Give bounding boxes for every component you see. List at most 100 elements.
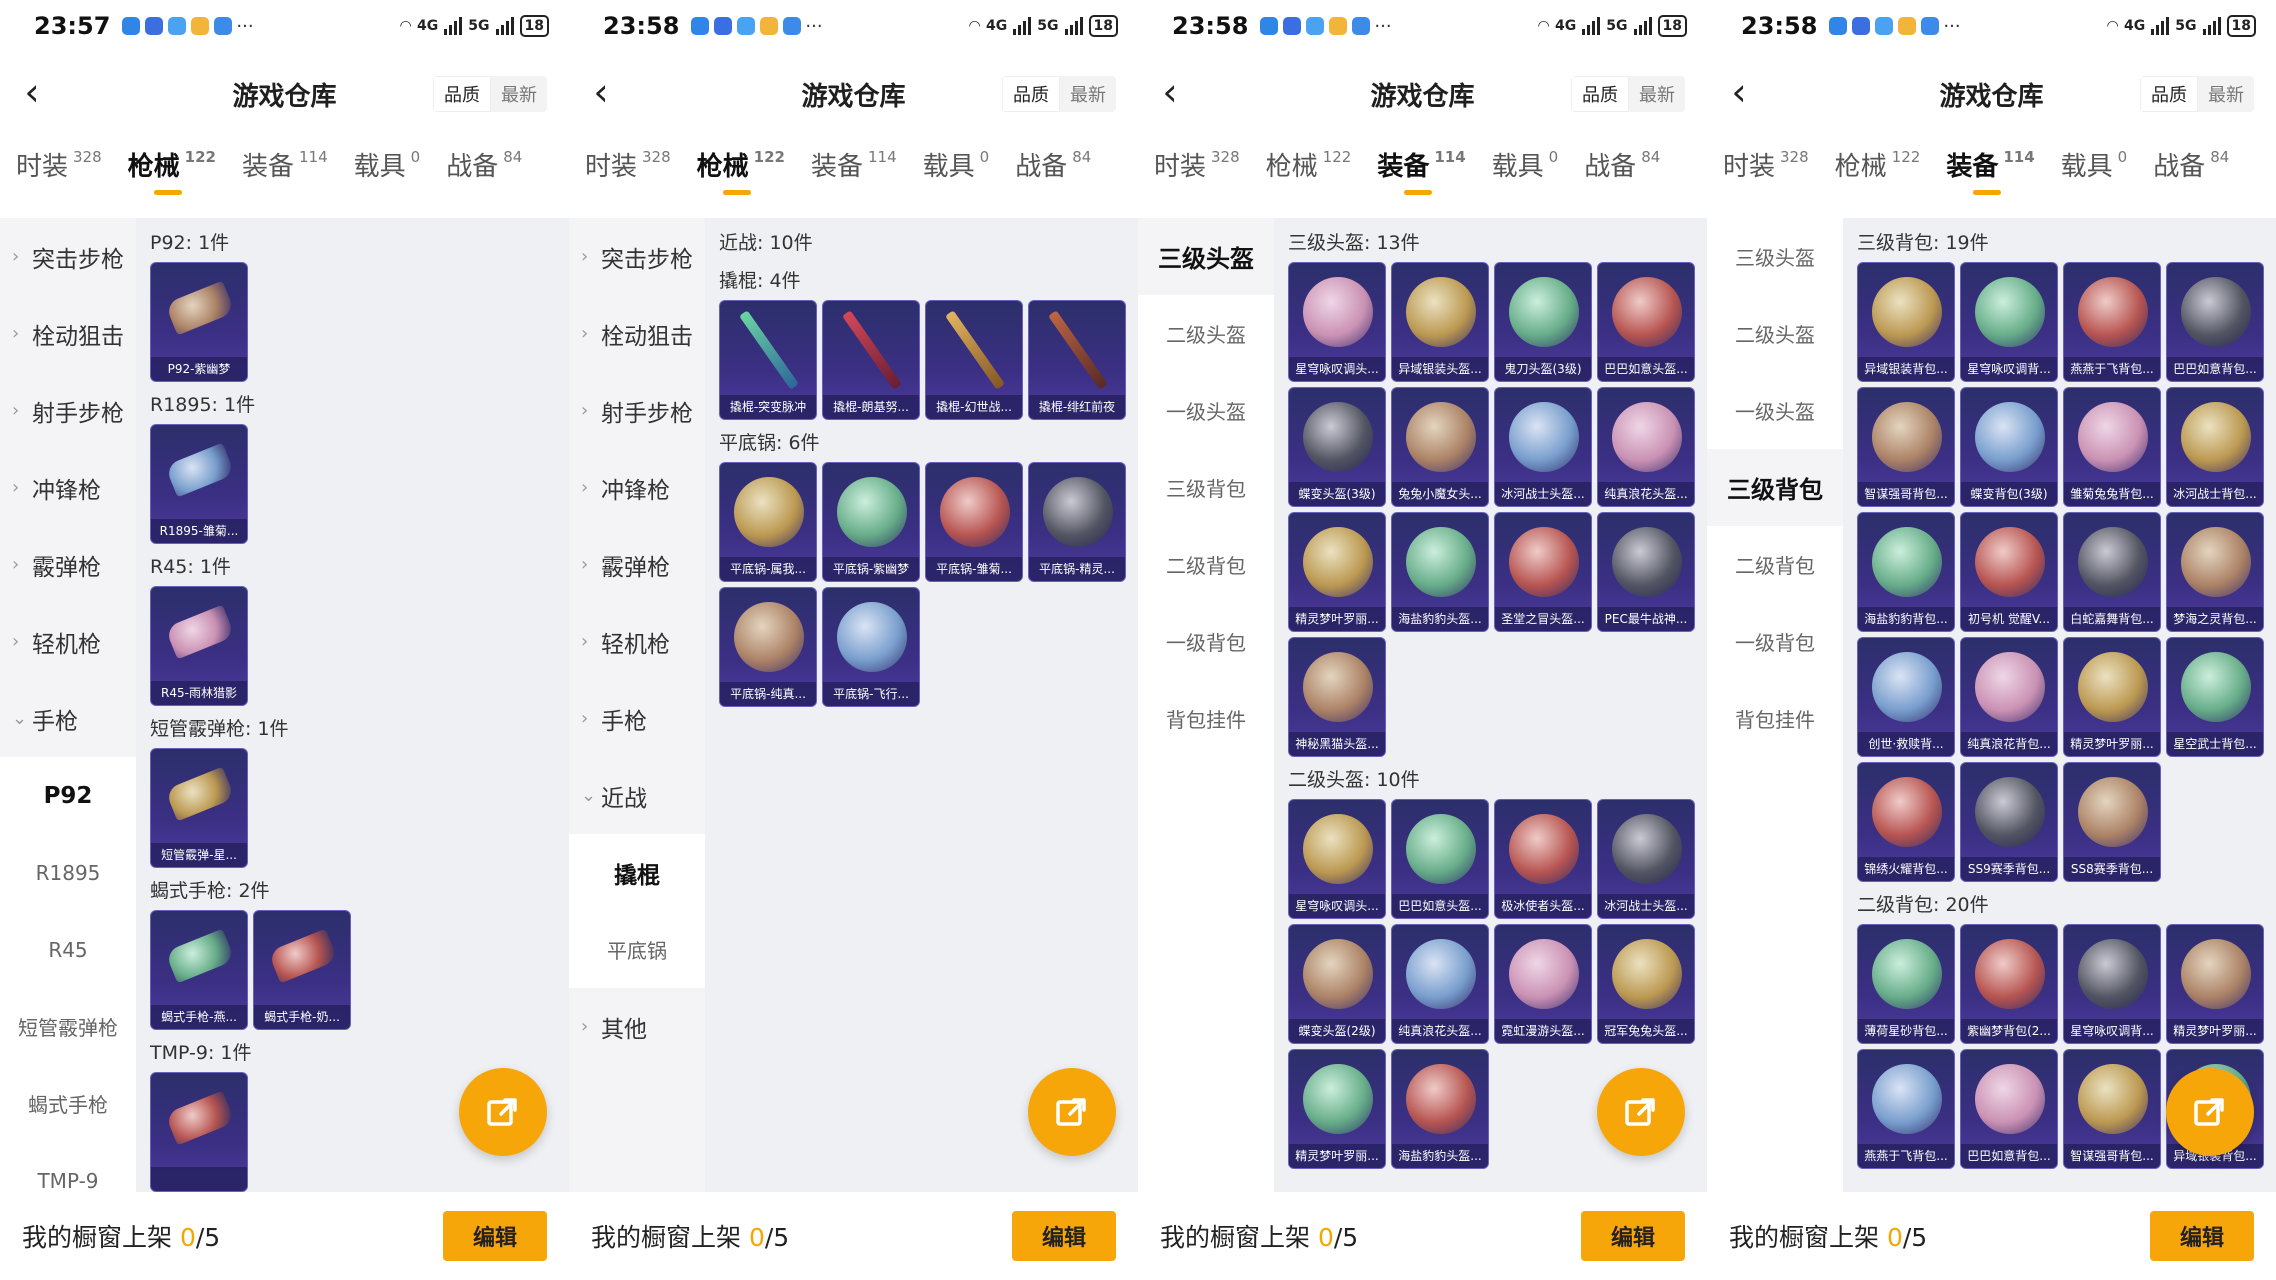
sidebar-item[interactable]: 三级头盔 — [1138, 218, 1274, 295]
item-card[interactable]: 冠军兔兔头盔... — [1597, 924, 1695, 1044]
item-card[interactable]: 创世·救赎背... — [1857, 637, 1955, 757]
item-card[interactable]: 撬棍-突变脉冲 — [719, 300, 817, 420]
item-card[interactable]: 纯真浪花背包... — [1960, 637, 2058, 757]
item-card[interactable]: 冰河战士头盔... — [1597, 799, 1695, 919]
item-card[interactable]: 燕燕于飞背包... — [2063, 262, 2161, 382]
item-card[interactable]: 巴巴如意头盔... — [1391, 799, 1489, 919]
sidebar-item[interactable]: › 冲锋枪 — [0, 449, 136, 526]
item-card[interactable]: 异域银装头盔... — [1391, 262, 1489, 382]
sort-toggle[interactable]: 品质 最新 — [433, 76, 547, 112]
sidebar-item[interactable]: › 霰弹枪 — [569, 526, 705, 603]
sidebar-item[interactable]: › 栓动狙击 — [0, 295, 136, 372]
sidebar-item[interactable]: › 射手步枪 — [0, 372, 136, 449]
item-card[interactable]: 纯真浪花头盔... — [1597, 387, 1695, 507]
item-card[interactable]: 平底锅-纯真... — [719, 587, 817, 707]
sidebar-item[interactable]: 撬棍 — [569, 834, 705, 911]
item-card[interactable]: 海盐豹豹背包... — [1857, 512, 1955, 632]
item-card[interactable]: 纯真浪花头盔... — [1391, 924, 1489, 1044]
item-card[interactable]: 星穹咏叹调头... — [1288, 799, 1386, 919]
item-card[interactable]: 星空武士背包... — [2166, 637, 2264, 757]
item-card[interactable]: 异域银装背包... — [1857, 262, 1955, 382]
sidebar-item[interactable]: R45 — [0, 911, 136, 988]
item-card[interactable]: 蝶变背包(3级) — [1960, 387, 2058, 507]
sidebar-item[interactable]: P92 — [0, 757, 136, 834]
item-card[interactable]: PEC最牛战神... — [1597, 512, 1695, 632]
sidebar-item[interactable]: 二级背包 — [1707, 526, 1843, 603]
item-card[interactable]: 蝎式手枪-奶... — [253, 910, 351, 1030]
item-card[interactable]: 蝎式手枪-燕... — [150, 910, 248, 1030]
sidebar-item[interactable]: 二级头盔 — [1707, 295, 1843, 372]
sort-toggle[interactable]: 品质 最新 — [1571, 76, 1685, 112]
item-card[interactable]: 精灵梦叶罗丽... — [1288, 1049, 1386, 1169]
tab-3[interactable]: 载具 0 — [2061, 146, 2128, 183]
sort-latest-button[interactable]: 最新 — [2198, 76, 2254, 112]
item-card[interactable]: 智谋强哥背包... — [2063, 1049, 2161, 1169]
sidebar-item[interactable]: 平底锅 — [569, 911, 705, 988]
item-card[interactable]: P92-紫幽梦 — [150, 262, 248, 382]
share-button[interactable] — [2166, 1068, 2254, 1156]
tab-0[interactable]: 时装 328 — [585, 146, 671, 183]
sidebar-item[interactable]: ⌄ 近战 — [569, 757, 705, 834]
sidebar-item[interactable]: › 突击步枪 — [0, 218, 136, 295]
sidebar-item[interactable]: 蝎式手枪 — [0, 1065, 136, 1142]
item-card[interactable]: 紫幽梦背包(2... — [1960, 924, 2058, 1044]
sidebar-item[interactable]: 三级背包 — [1707, 449, 1843, 526]
item-card[interactable]: 平底锅-雏菊... — [925, 462, 1023, 582]
item-card[interactable]: 兔兔小魔女头... — [1391, 387, 1489, 507]
item-card[interactable]: 精灵梦叶罗丽... — [2166, 924, 2264, 1044]
item-card[interactable]: 雏菊兔兔背包... — [2063, 387, 2161, 507]
item-card[interactable]: 冰河战士背包... — [2166, 387, 2264, 507]
item-card[interactable]: R1895-雏菊... — [150, 424, 248, 544]
sort-quality-button[interactable]: 品质 — [1002, 76, 1060, 112]
tab-1[interactable]: 枪械 122 — [1266, 146, 1352, 183]
item-card[interactable]: SS9赛季背包... — [1960, 762, 2058, 882]
item-card[interactable]: 短管霰弹-星... — [150, 748, 248, 868]
sidebar-item[interactable]: 三级头盔 — [1707, 218, 1843, 295]
item-card[interactable]: 薄荷星砂背包... — [1857, 924, 1955, 1044]
item-card[interactable]: 撬棍-幻世战... — [925, 300, 1023, 420]
item-card[interactable]: 星穹咏叹调头... — [1288, 262, 1386, 382]
sidebar-item[interactable]: R1895 — [0, 834, 136, 911]
item-card[interactable]: R45-雨林猎影 — [150, 586, 248, 706]
sort-latest-button[interactable]: 最新 — [1629, 76, 1685, 112]
tab-2[interactable]: 装备 114 — [811, 146, 897, 183]
item-card[interactable]: 平底锅-属我... — [719, 462, 817, 582]
item-card[interactable]: 巴巴如意头盔... — [1597, 262, 1695, 382]
item-card[interactable]: 海盐豹豹头盔... — [1391, 1049, 1489, 1169]
item-card[interactable]: 蝶变头盔(3级) — [1288, 387, 1386, 507]
tab-4[interactable]: 战备 84 — [1584, 146, 1660, 183]
sidebar-item[interactable]: 背包挂件 — [1138, 680, 1274, 757]
tab-1[interactable]: 枪械 122 — [1835, 146, 1921, 183]
sort-quality-button[interactable]: 品质 — [2140, 76, 2198, 112]
sort-quality-button[interactable]: 品质 — [1571, 76, 1629, 112]
item-card[interactable]: 巴巴如意背包... — [1960, 1049, 2058, 1169]
share-button[interactable] — [459, 1068, 547, 1156]
item-card[interactable]: 鬼刀头盔(3级) — [1494, 262, 1592, 382]
sidebar-item[interactable]: › 其他 — [569, 988, 705, 1065]
sidebar-item[interactable]: 一级背包 — [1138, 603, 1274, 680]
sidebar-item[interactable]: 二级背包 — [1138, 526, 1274, 603]
tab-0[interactable]: 时装 328 — [1154, 146, 1240, 183]
sidebar-item[interactable]: 二级头盔 — [1138, 295, 1274, 372]
item-card[interactable]: SS8赛季背包... — [2063, 762, 2161, 882]
item-card[interactable]: 圣堂之冒头盔... — [1494, 512, 1592, 632]
item-card[interactable]: 智谋强哥背包... — [1857, 387, 1955, 507]
tab-4[interactable]: 战备 84 — [1015, 146, 1091, 183]
item-card[interactable]: 冰河战士头盔... — [1494, 387, 1592, 507]
tab-2[interactable]: 装备 114 — [1377, 146, 1466, 195]
item-card[interactable]: 霓虹漫游头盔... — [1494, 924, 1592, 1044]
sidebar-item[interactable]: 三级背包 — [1138, 449, 1274, 526]
tab-3[interactable]: 载具 0 — [354, 146, 421, 183]
sidebar-item[interactable]: 一级背包 — [1707, 603, 1843, 680]
item-card[interactable]: 海盐豹豹头盔... — [1391, 512, 1489, 632]
item-card[interactable]: 极冰使者头盔... — [1494, 799, 1592, 919]
item-card[interactable]: 精灵梦叶罗丽... — [1288, 512, 1386, 632]
item-card[interactable]: 平底锅-飞行... — [822, 587, 920, 707]
sidebar-item[interactable]: › 轻机枪 — [0, 603, 136, 680]
item-card[interactable]: 锦绣火耀背包... — [1857, 762, 1955, 882]
sidebar-item[interactable]: › 手枪 — [569, 680, 705, 757]
item-card[interactable]: 白蛇嘉舞背包... — [2063, 512, 2161, 632]
edit-button[interactable]: 编辑 — [443, 1211, 547, 1261]
item-card[interactable]: 星穹咏叹调背... — [2063, 924, 2161, 1044]
sidebar-item[interactable]: › 冲锋枪 — [569, 449, 705, 526]
